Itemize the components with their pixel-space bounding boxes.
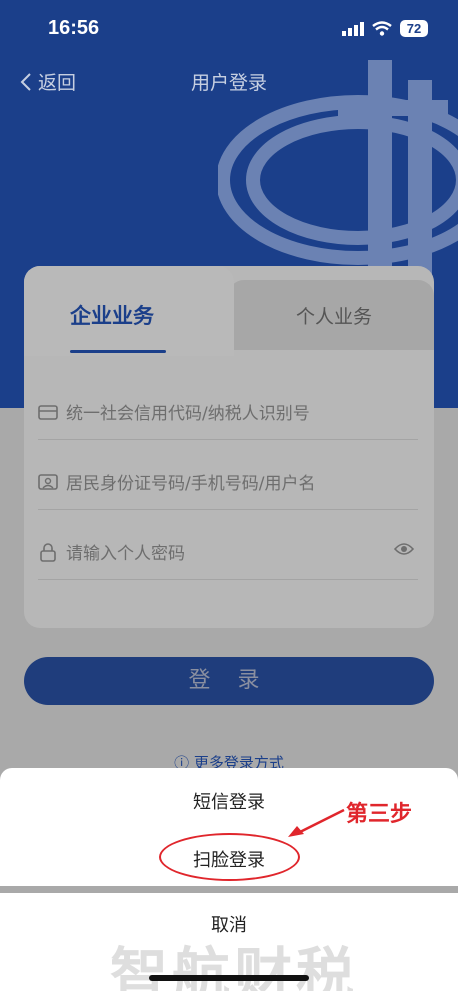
- signal-icon: [342, 21, 364, 36]
- status-time: 16:56: [48, 17, 100, 39]
- tab-enterprise[interactable]: 企业业务: [70, 300, 154, 330]
- status-icons: 72: [342, 20, 428, 37]
- eye-icon[interactable]: [394, 542, 414, 556]
- highlight-oval: [159, 833, 300, 881]
- watermark: 智航财税: [110, 941, 359, 991]
- credit-code-placeholder: 统一社会信用代码/纳税人识别号: [66, 404, 310, 424]
- status-bar: 16:56 72: [0, 0, 458, 56]
- tab-personal[interactable]: 个人业务: [296, 302, 372, 329]
- home-indicator: [149, 975, 309, 981]
- id-number-field[interactable]: 居民身份证号码/手机号码/用户名: [38, 454, 418, 510]
- wifi-icon: [372, 21, 392, 36]
- step-annotation: 第三步: [346, 802, 413, 827]
- credit-code-field[interactable]: 统一社会信用代码/纳税人识别号: [38, 384, 418, 440]
- battery-indicator: 72: [400, 20, 428, 37]
- card-icon: [38, 404, 58, 420]
- id-card-icon: [38, 473, 58, 490]
- password-field[interactable]: 请输入个人密码: [38, 524, 418, 580]
- tab-underline: [70, 350, 166, 353]
- login-button[interactable]: 登 录: [24, 657, 434, 705]
- lock-icon: [40, 542, 56, 562]
- password-placeholder: 请输入个人密码: [66, 544, 185, 564]
- page-title: 用户登录: [190, 72, 267, 94]
- annotation-arrow-icon: [288, 808, 345, 837]
- id-number-placeholder: 居民身份证号码/手机号码/用户名: [66, 474, 316, 494]
- nav-bar: 返回 用户登录: [0, 60, 458, 104]
